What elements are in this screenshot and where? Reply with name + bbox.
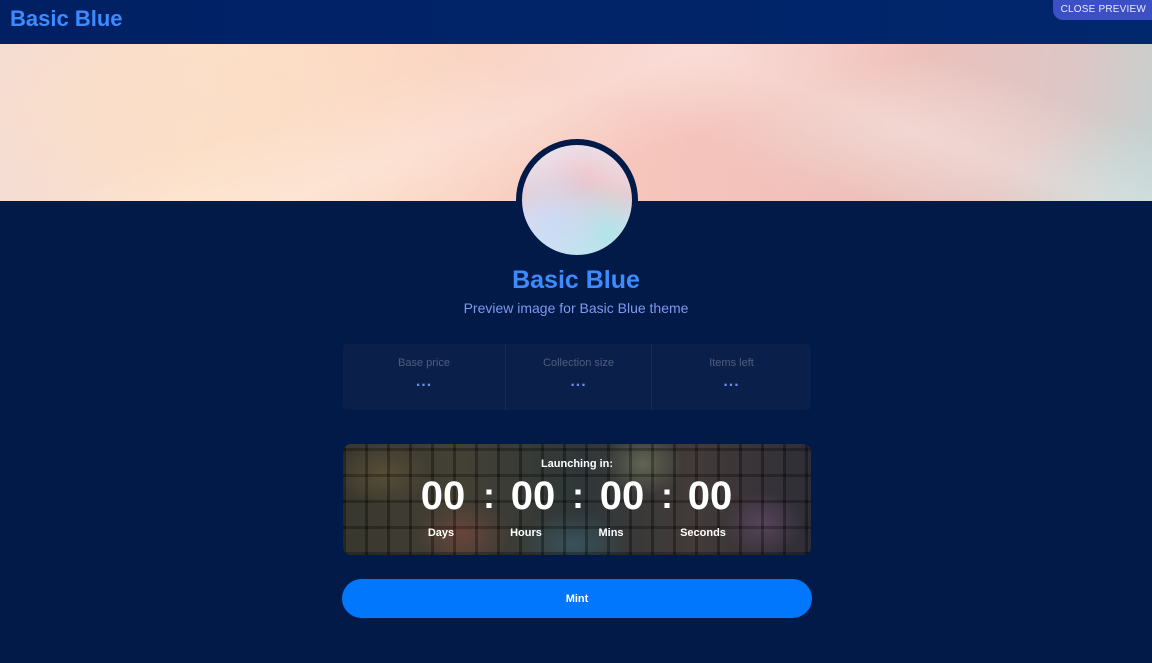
stat-collection-size: Collection size ... <box>505 344 651 410</box>
unit-seconds: Seconds <box>680 527 726 539</box>
stat-base-price: Base price ... <box>343 344 505 410</box>
brand-title: Basic Blue <box>10 6 123 31</box>
countdown-seconds: 00 <box>687 474 733 518</box>
mint-button[interactable]: Mint <box>342 579 812 618</box>
stat-value: ... <box>415 373 433 390</box>
stat-label: Base price <box>398 357 450 369</box>
countdown-separator: : <box>661 475 673 516</box>
close-preview-button[interactable]: CLOSE PREVIEW <box>1052 0 1152 20</box>
stat-label: Collection size <box>543 357 614 369</box>
stats-panel: Base price ... Collection size ... Items… <box>343 344 811 410</box>
unit-days: Days <box>427 527 455 539</box>
avatar-image <box>522 145 632 255</box>
countdown-hours: 00 <box>510 474 556 518</box>
launching-label: Launching in: <box>540 458 614 470</box>
collection-title: Basic Blue <box>512 266 640 294</box>
countdown-timer: 00 : 00 : 00 : 00 <box>343 474 811 518</box>
stat-label: Items left <box>709 357 754 369</box>
collection-avatar <box>516 139 638 261</box>
collection-subtitle: Preview image for Basic Blue theme <box>463 300 689 316</box>
countdown-separator: : <box>483 475 495 516</box>
unit-mins: Mins <box>598 527 624 539</box>
top-bar: Basic Blue CLOSE PREVIEW <box>0 0 1152 44</box>
countdown-separator: : <box>572 475 584 516</box>
countdown-panel: Launching in: 00 : 00 : 00 : 00 Days Hou… <box>343 444 811 555</box>
countdown-days: 00 <box>420 474 466 518</box>
unit-hours: Hours <box>510 527 542 539</box>
stat-value: ... <box>570 373 587 390</box>
stat-items-left: Items left ... <box>651 344 811 410</box>
stat-value: ... <box>723 373 740 390</box>
countdown-mins: 00 <box>599 474 645 518</box>
